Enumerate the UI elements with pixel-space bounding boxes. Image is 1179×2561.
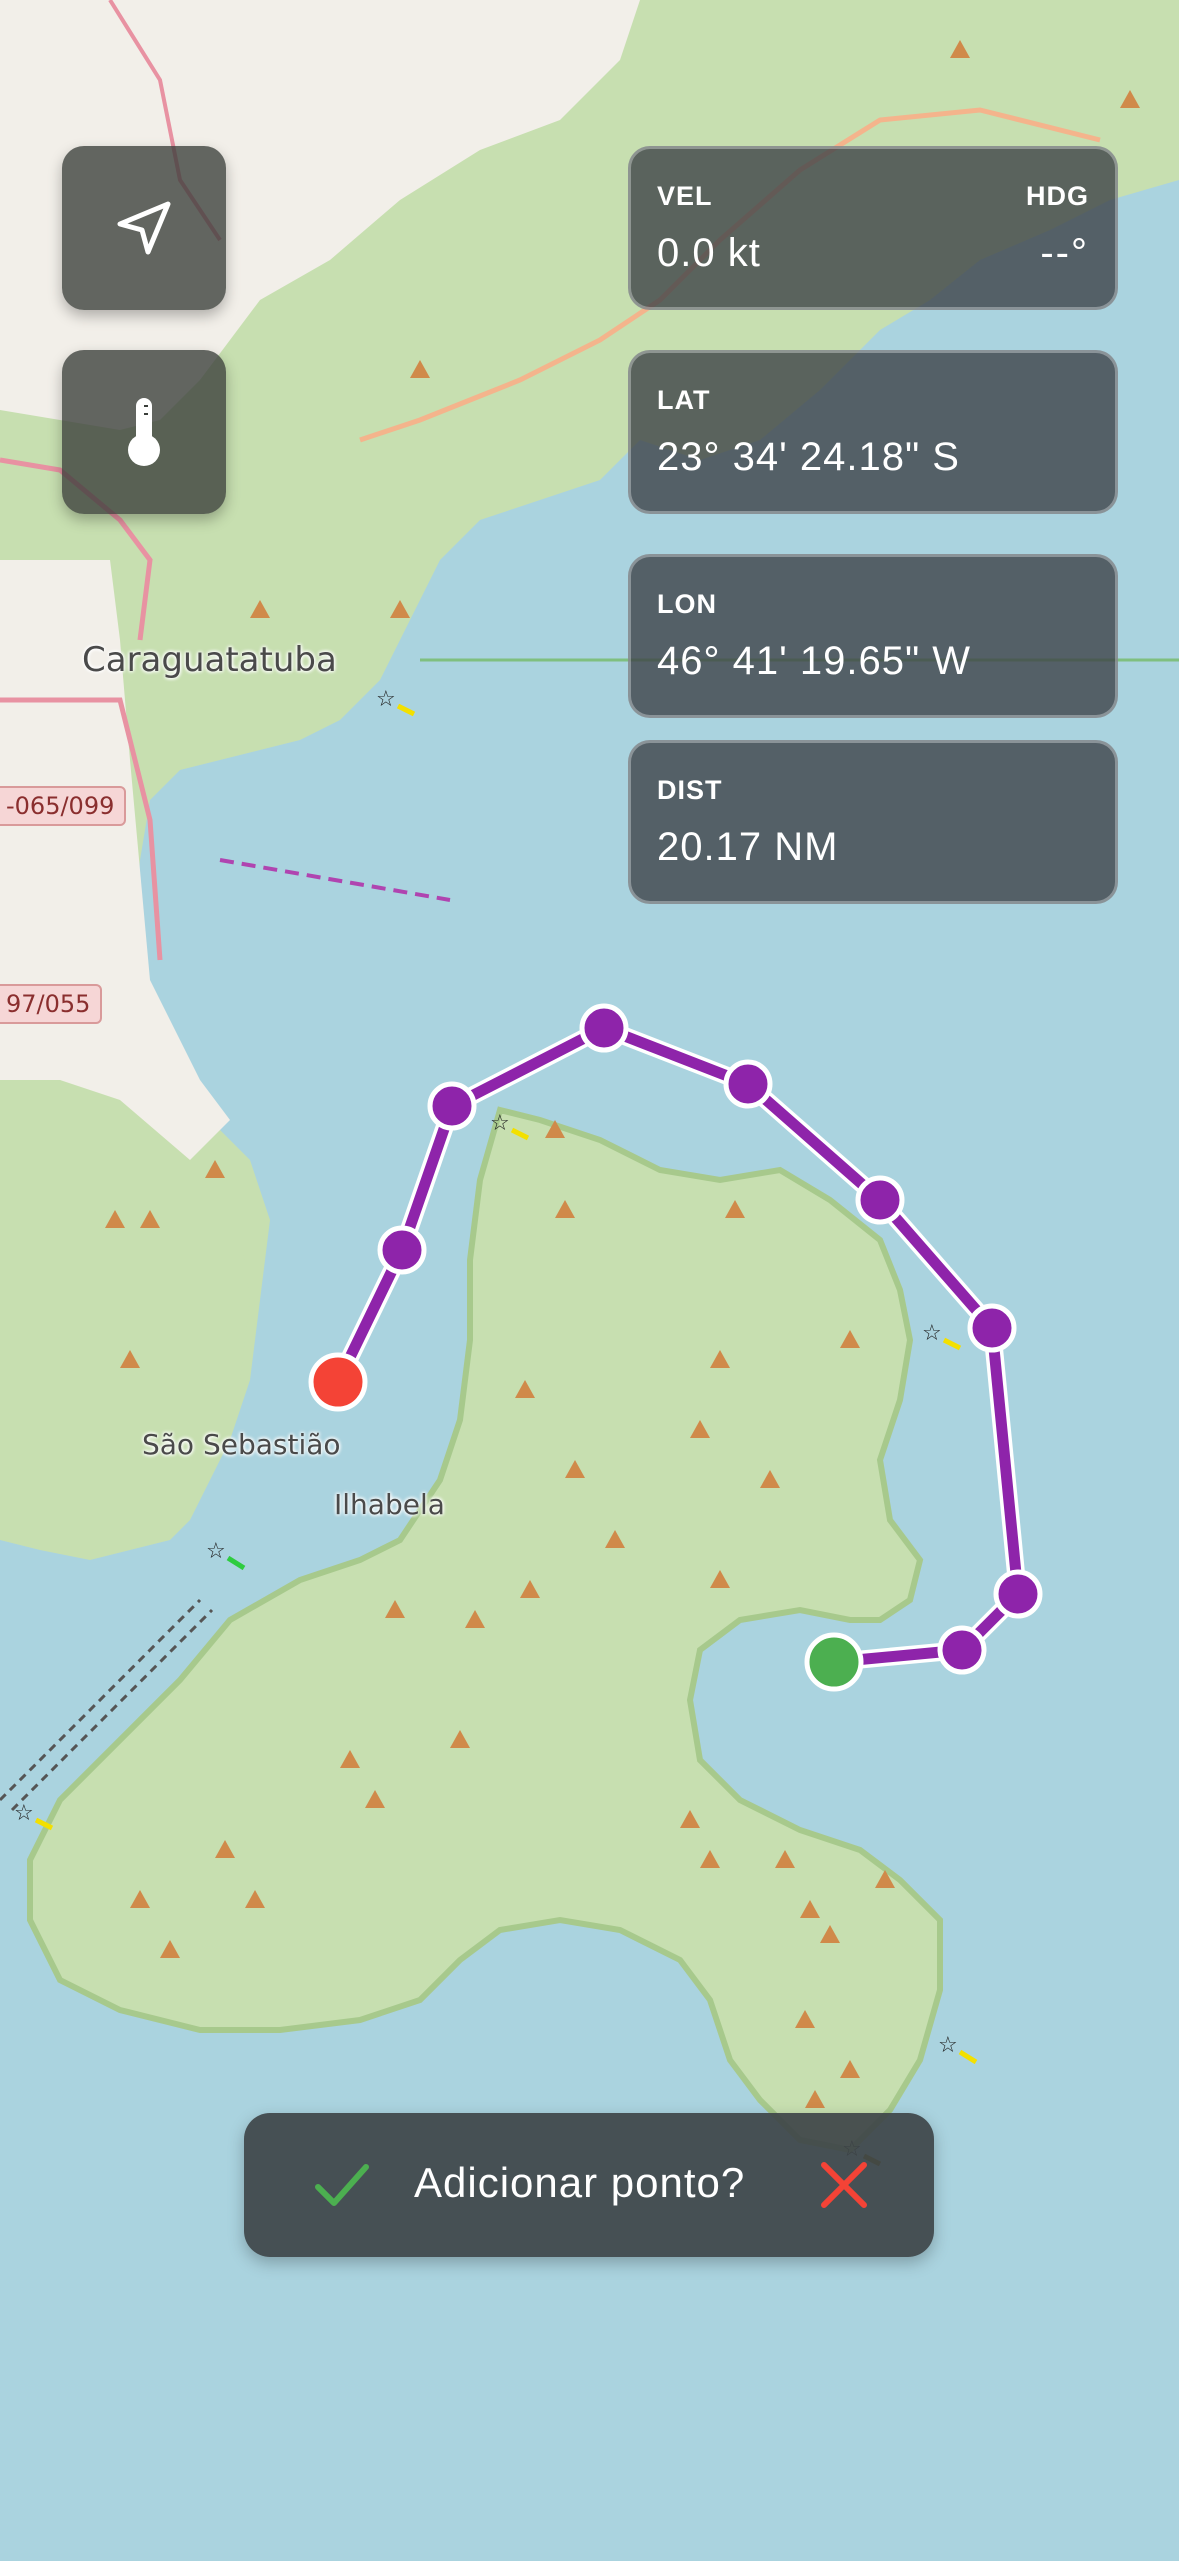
svg-text:☆: ☆ [14,1800,34,1825]
latitude-label: LAT [657,385,711,415]
add-point-prompt: Adicionar ponto? [244,2113,934,2257]
route-waypoint[interactable] [579,1003,629,1053]
city-label-ilhabela: Ilhabela [334,1488,445,1521]
navigation-arrow-icon [117,201,171,255]
latitude-value: 23° 34' 24.18" S [657,435,960,479]
svg-text:☆: ☆ [938,2032,958,2057]
checkmark-icon[interactable] [310,2153,374,2217]
route-waypoint[interactable] [855,1175,905,1225]
city-label-sao-sebastiao: São Sebastião [142,1428,341,1461]
center-location-button[interactable] [62,146,226,310]
route-start-point[interactable] [804,1632,864,1692]
speed-label: VEL [657,181,713,211]
route-waypoint[interactable] [993,1569,1043,1619]
route-waypoint[interactable] [427,1081,477,1131]
distance-value: 20.17 NM [657,825,839,869]
route-waypoint[interactable] [723,1059,773,1109]
distance-panel: DIST 20.17 NM [628,740,1118,904]
speed-heading-panel: VEL 0.0 kt HDG --° [628,146,1118,310]
speed-value: 0.0 kt [657,231,761,275]
close-icon[interactable] [814,2155,874,2215]
heading-value: --° [1040,231,1089,275]
route-end-point[interactable] [308,1352,368,1412]
latitude-panel: LAT 23° 34' 24.18" S [628,350,1118,514]
longitude-value: 46° 41' 19.65" W [657,639,972,683]
city-label-caraguatatuba: Caraguatatuba [82,640,337,680]
svg-text:☆: ☆ [376,686,396,711]
weather-temperature-button[interactable] [62,350,226,514]
thermometer-icon [128,398,160,466]
svg-text:☆: ☆ [922,1320,942,1345]
distance-label: DIST [657,775,723,805]
svg-text:☆: ☆ [490,1110,510,1135]
route-waypoint[interactable] [937,1625,987,1675]
svg-text:☆: ☆ [206,1538,226,1563]
heading-label: HDG [1026,181,1089,211]
road-shield-2: 97/055 [0,984,103,1024]
longitude-label: LON [657,589,717,619]
route-waypoint[interactable] [967,1303,1017,1353]
road-shield-1: -065/099 [0,786,127,826]
add-point-message: Adicionar ponto? [414,2159,746,2206]
route-waypoint[interactable] [377,1225,427,1275]
longitude-panel: LON 46° 41' 19.65" W [628,554,1118,718]
